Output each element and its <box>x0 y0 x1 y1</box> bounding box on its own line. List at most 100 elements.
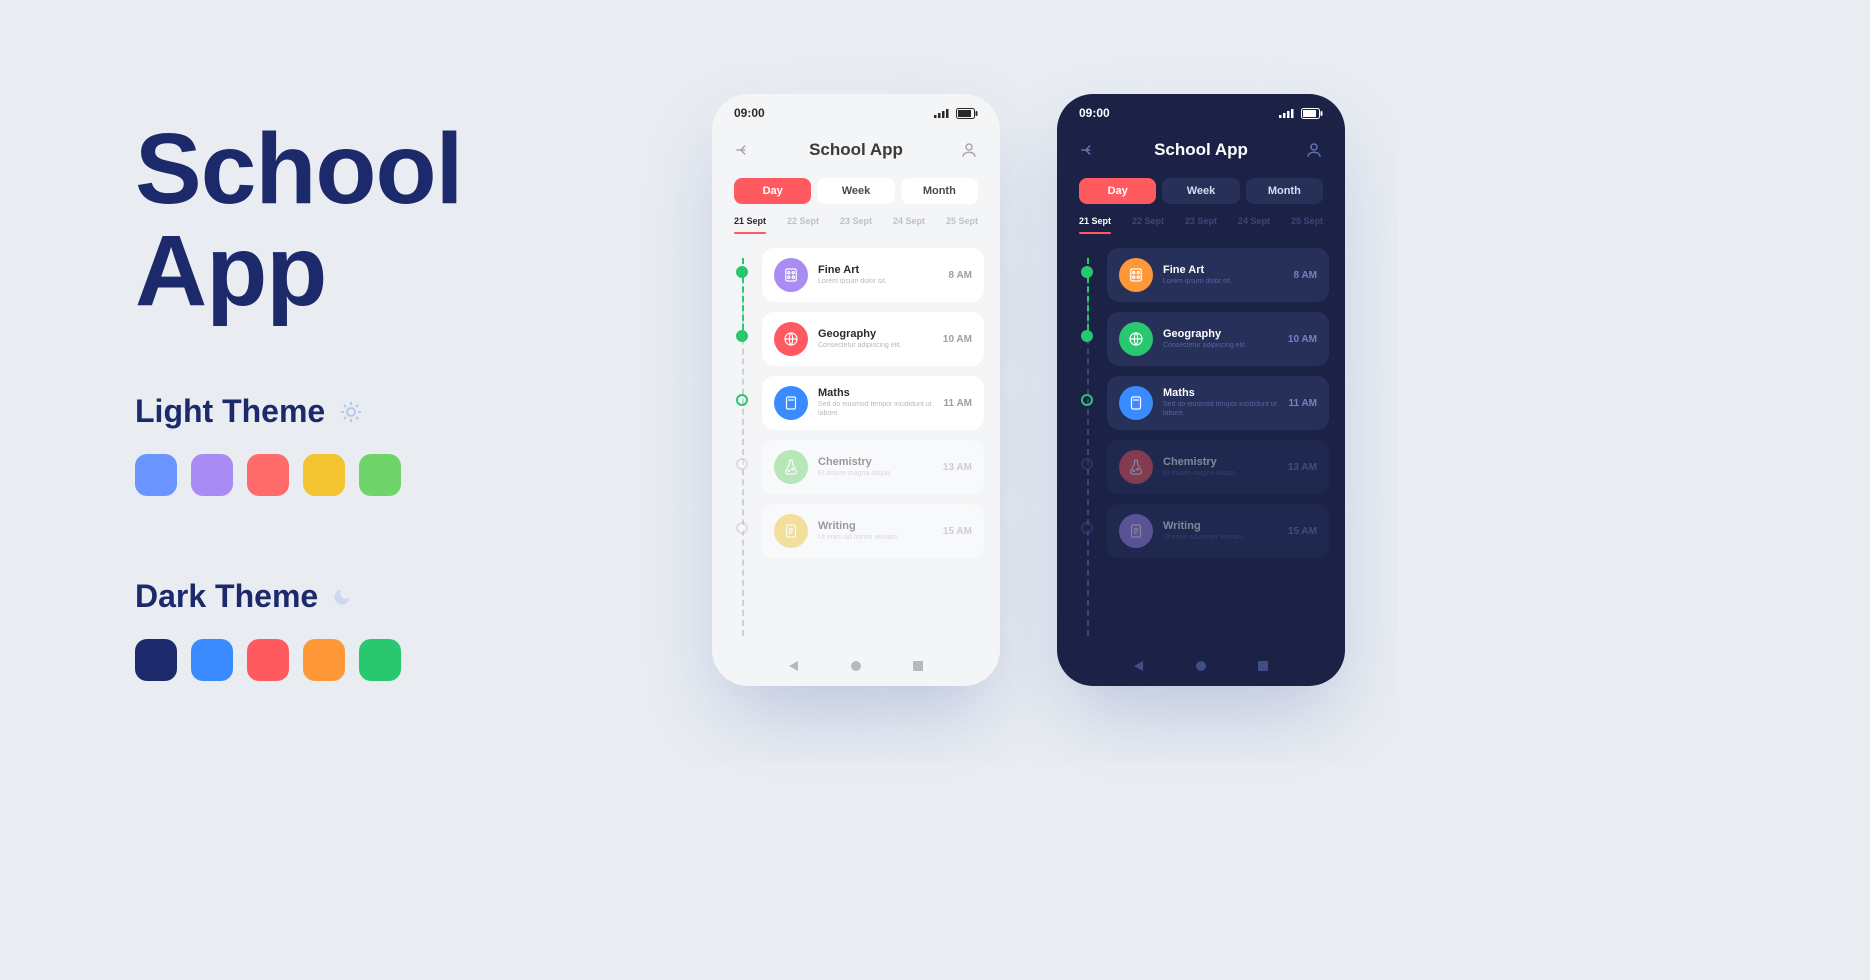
app-title: School App <box>809 140 903 160</box>
signal-icon <box>934 108 950 118</box>
battery-icon <box>956 108 978 119</box>
date-item[interactable]: 25 Sept <box>946 216 978 234</box>
sun-icon <box>339 400 363 424</box>
lesson-row[interactable]: Writing Ut enim ad minim veniam. 15 AM <box>1077 504 1329 558</box>
light-swatches <box>135 454 401 496</box>
lesson-title: Geography <box>1163 328 1282 340</box>
light-theme-block: Light Theme <box>135 393 401 496</box>
dark-swatches <box>135 639 401 681</box>
profile-icon[interactable] <box>960 141 978 159</box>
lesson-row[interactable]: Maths Sed do eiusmod tempor incididunt u… <box>732 376 984 430</box>
lesson-card[interactable]: Writing Ut enim ad minim veniam. 15 AM <box>1107 504 1329 558</box>
swatch <box>303 639 345 681</box>
lesson-row[interactable]: Fine Art Lorem ipsum dolor sit. 8 AM <box>1077 248 1329 302</box>
date-item[interactable]: 23 Sept <box>1185 216 1217 234</box>
lesson-card[interactable]: Fine Art Lorem ipsum dolor sit. 8 AM <box>1107 248 1329 302</box>
lesson-subtitle: Sed do eiusmod tempor incididunt ut labo… <box>818 401 937 419</box>
lesson-row[interactable]: Writing Ut enim ad minim veniam. 15 AM <box>732 504 984 558</box>
lesson-title: Chemistry <box>1163 456 1282 468</box>
lesson-time: 13 AM <box>943 462 972 473</box>
status-time: 09:00 <box>734 106 765 120</box>
timeline-dot <box>1081 394 1093 406</box>
app-nav: School App <box>1057 132 1345 168</box>
lesson-time: 13 AM <box>1288 462 1317 473</box>
timeline-dot <box>1081 522 1093 534</box>
date-item[interactable]: 22 Sept <box>787 216 819 234</box>
lesson-card[interactable]: Chemistry Et dolore magna aliqua. 13 AM <box>1107 440 1329 494</box>
dark-theme-block: Dark Theme <box>135 578 401 681</box>
timeline-dot <box>736 394 748 406</box>
android-nav <box>712 646 1000 686</box>
lesson-card[interactable]: Chemistry Et dolore magna aliqua. 13 AM <box>762 440 984 494</box>
dark-theme-label: Dark Theme <box>135 578 318 615</box>
lesson-time: 15 AM <box>943 526 972 537</box>
notes-icon <box>774 514 808 548</box>
timeline[interactable]: Fine Art Lorem ipsum dolor sit. 8 AM Geo… <box>1057 234 1345 646</box>
lesson-title: Writing <box>1163 520 1282 532</box>
lesson-time: 11 AM <box>943 398 972 409</box>
lesson-row[interactable]: Geography Consectetur adipiscing elit. 1… <box>1077 312 1329 366</box>
swatch <box>359 454 401 496</box>
hero-title-line2: App <box>135 220 462 322</box>
timeline[interactable]: Fine Art Lorem ipsum dolor sit. 8 AM Geo… <box>712 234 1000 646</box>
lesson-card[interactable]: Geography Consectetur adipiscing elit. 1… <box>1107 312 1329 366</box>
lesson-row[interactable]: Fine Art Lorem ipsum dolor sit. 8 AM <box>732 248 984 302</box>
lesson-row[interactable]: Maths Sed do eiusmod tempor incididunt u… <box>1077 376 1329 430</box>
status-bar: 09:00 <box>712 94 1000 132</box>
lesson-subtitle: Consectetur adipiscing elit. <box>1163 342 1282 351</box>
light-theme-label: Light Theme <box>135 393 325 430</box>
lesson-card[interactable]: Writing Ut enim ad minim veniam. 15 AM <box>762 504 984 558</box>
nav-recent-icon[interactable] <box>912 660 924 672</box>
timeline-dot <box>736 458 748 470</box>
lesson-row[interactable]: Chemistry Et dolore magna aliqua. 13 AM <box>732 440 984 494</box>
nav-home-icon[interactable] <box>850 660 862 672</box>
lesson-card[interactable]: Geography Consectetur adipiscing elit. 1… <box>762 312 984 366</box>
profile-icon[interactable] <box>1305 141 1323 159</box>
tab-week[interactable]: Week <box>817 178 894 204</box>
lesson-time: 10 AM <box>943 334 972 345</box>
tab-week[interactable]: Week <box>1162 178 1239 204</box>
nav-back-icon[interactable] <box>788 660 800 672</box>
status-time: 09:00 <box>1079 106 1110 120</box>
phone-dark: 09:00 School App DayWeek Month 21 Sept 22 … <box>1057 94 1345 686</box>
globe-icon <box>774 322 808 356</box>
back-icon[interactable] <box>1079 141 1097 159</box>
globe-icon <box>1119 322 1153 356</box>
date-picker: 21 Sept 22 Sept 23 Sept 24 Sept 25 Sept <box>1057 204 1345 234</box>
tab-day[interactable]: Day <box>734 178 811 204</box>
date-item[interactable]: 24 Sept <box>893 216 925 234</box>
tab-month[interactable]: Month <box>1246 178 1323 204</box>
flask-icon <box>1119 450 1153 484</box>
lesson-subtitle: Sed do eiusmod tempor incididunt ut labo… <box>1163 401 1282 419</box>
status-bar: 09:00 <box>1057 94 1345 132</box>
nav-back-icon[interactable] <box>1133 660 1145 672</box>
lesson-time: 8 AM <box>1293 270 1317 281</box>
lesson-title: Fine Art <box>818 264 942 276</box>
lesson-card[interactable]: Maths Sed do eiusmod tempor incididunt u… <box>1107 376 1329 430</box>
date-item[interactable]: 25 Sept <box>1291 216 1323 234</box>
lesson-card[interactable]: Fine Art Lorem ipsum dolor sit. 8 AM <box>762 248 984 302</box>
swatch <box>247 639 289 681</box>
lesson-card[interactable]: Maths Sed do eiusmod tempor incididunt u… <box>762 376 984 430</box>
nav-home-icon[interactable] <box>1195 660 1207 672</box>
nav-recent-icon[interactable] <box>1257 660 1269 672</box>
lesson-title: Chemistry <box>818 456 937 468</box>
date-item[interactable]: 24 Sept <box>1238 216 1270 234</box>
android-nav <box>1057 646 1345 686</box>
phone-light: 09:00 School App DayWeek Month 21 Sept 22 … <box>712 94 1000 686</box>
date-item[interactable]: 23 Sept <box>840 216 872 234</box>
tab-day[interactable]: Day <box>1079 178 1156 204</box>
tab-month[interactable]: Month <box>901 178 978 204</box>
lesson-row[interactable]: Geography Consectetur adipiscing elit. 1… <box>732 312 984 366</box>
date-item[interactable]: 21 Sept <box>1079 216 1111 234</box>
date-item[interactable]: 22 Sept <box>1132 216 1164 234</box>
lesson-time: 8 AM <box>948 270 972 281</box>
lesson-subtitle: Et dolore magna aliqua. <box>818 470 937 479</box>
palette-icon <box>774 258 808 292</box>
lesson-subtitle: Consectetur adipiscing elit. <box>818 342 937 351</box>
date-item[interactable]: 21 Sept <box>734 216 766 234</box>
lesson-row[interactable]: Chemistry Et dolore magna aliqua. 13 AM <box>1077 440 1329 494</box>
lesson-time: 10 AM <box>1288 334 1317 345</box>
back-icon[interactable] <box>734 141 752 159</box>
timeline-dot <box>1081 266 1093 278</box>
